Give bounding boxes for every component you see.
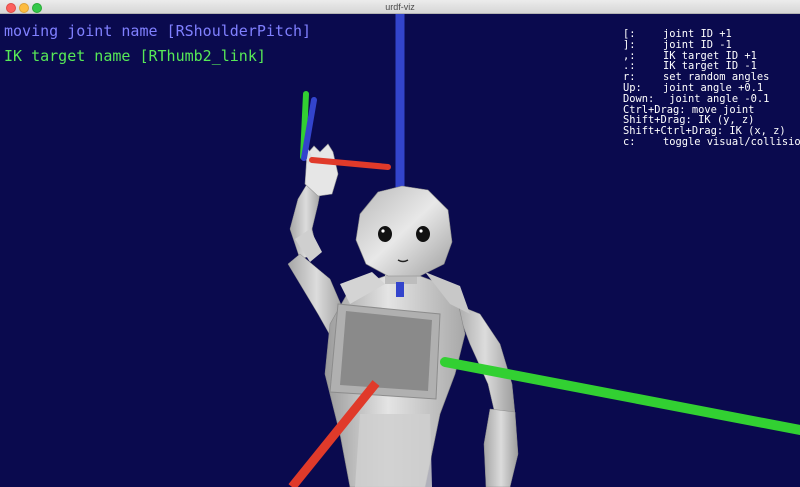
right-eye-icon [416, 226, 430, 242]
help-desc: toggle visual/collision [663, 135, 800, 148]
robot-head [355, 185, 453, 277]
help-key: ]: [623, 38, 636, 51]
help-key: Down: [623, 92, 655, 105]
moving-joint-label: moving joint name [RShoulderPitch] [4, 22, 312, 40]
title-bar[interactable]: urdf-viz [0, 0, 800, 14]
help-key: c: [623, 135, 636, 148]
window-title: urdf-viz [385, 2, 415, 12]
help-row: Down: joint angle -0.1 [623, 92, 800, 105]
chest-tablet [329, 303, 441, 400]
ik-target-label: IK target name [RThumb2_link] [4, 47, 266, 65]
help-desc: joint angle -0.1 [663, 92, 770, 105]
help-desc: joint ID -1 [663, 38, 732, 51]
help-row: ]: joint ID -1 [623, 38, 800, 51]
app-window: urdf-viz moving joint name [RShoulderPit… [0, 0, 800, 487]
3d-viewport[interactable]: moving joint name [RShoulderPitch] IK ta… [0, 14, 800, 487]
keybinding-help: [: joint ID +1]: joint ID -1,: IK target ID… [623, 29, 800, 148]
help-row: c: toggle visual/collision [623, 137, 800, 148]
left-eye-icon [378, 226, 392, 242]
